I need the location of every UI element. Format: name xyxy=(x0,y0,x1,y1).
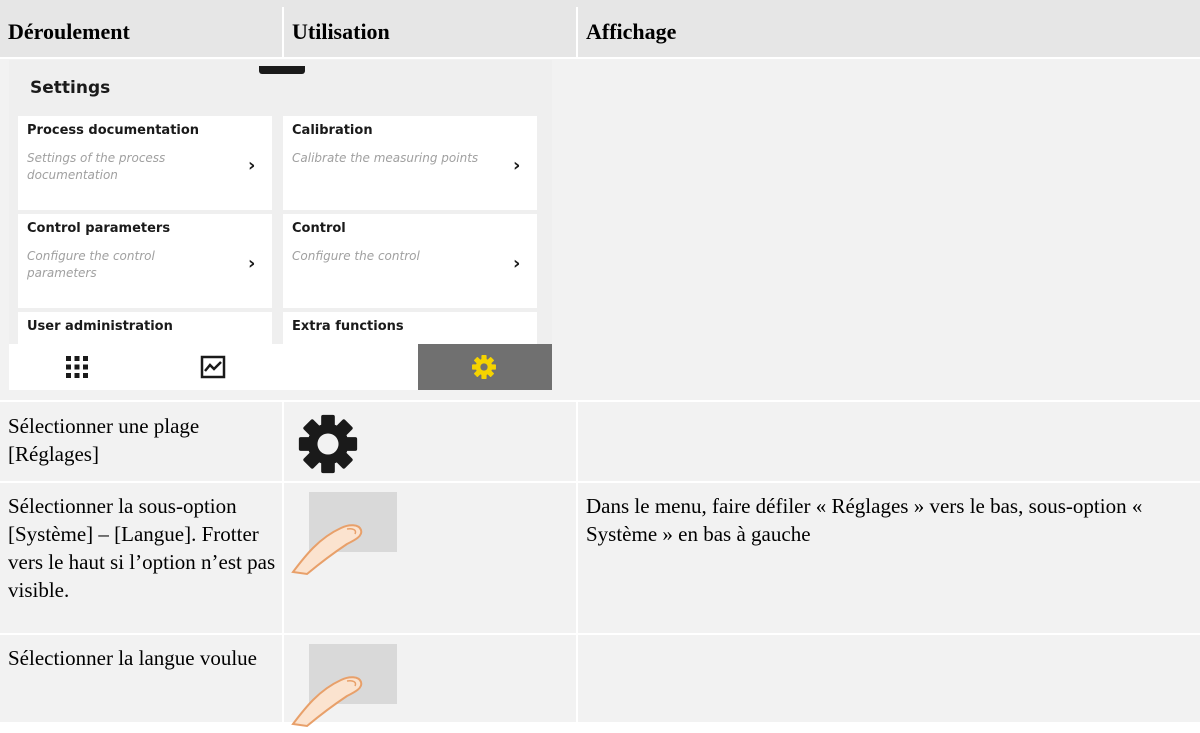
chevron-right-icon: › xyxy=(248,253,256,274)
header-steps: Déroulement xyxy=(8,19,130,44)
gear-icon xyxy=(471,354,497,385)
chevron-right-icon: › xyxy=(513,155,521,176)
tile-title: Extra functions xyxy=(292,319,404,334)
header-cell-steps: Déroulement xyxy=(0,7,282,57)
tile-control[interactable]: Control Configure the control › xyxy=(283,214,537,308)
table-top-border xyxy=(0,0,1200,7)
swipe-gesture-icon xyxy=(289,488,401,581)
device-bottom-navbar xyxy=(9,344,552,390)
tile-calibration[interactable]: Calibration Calibrate the measuring poin… xyxy=(283,116,537,210)
chart-icon[interactable] xyxy=(200,354,226,385)
table-row-3-step: Sélectionner la langue voulue xyxy=(0,635,282,722)
tile-title: Control xyxy=(292,221,346,236)
tile-description: Configure the control xyxy=(292,249,420,263)
header-display: Affichage xyxy=(586,19,677,44)
device-page-title: Settings xyxy=(30,78,111,98)
table-row-screenshot: Settings Process documentation Settings … xyxy=(0,59,1200,400)
tile-title: Process documentation xyxy=(27,123,200,138)
table-row-1-display xyxy=(578,402,1200,481)
header-cell-usage: Utilisation xyxy=(284,7,576,57)
tile-title: Calibration xyxy=(292,123,373,138)
device-screenshot: Settings Process documentation Settings … xyxy=(9,60,552,390)
table-row-3-usage xyxy=(284,635,576,728)
tile-title: User administration xyxy=(27,319,173,334)
header-cell-display: Affichage xyxy=(578,7,1200,57)
tile-description: Settings of the process documentation xyxy=(27,151,166,182)
apps-grid-icon[interactable] xyxy=(64,354,90,385)
display-text: Dans le menu, faire défiler « Réglages »… xyxy=(586,494,1143,546)
tile-title: Control parameters xyxy=(27,221,171,236)
step-text: Sélectionner la langue voulue xyxy=(8,646,257,670)
tile-description: Configure the control parameters xyxy=(27,249,155,280)
tile-control-parameters[interactable]: Control parameters Configure the control… xyxy=(18,214,272,308)
table-row-2-display: Dans le menu, faire défiler « Réglages »… xyxy=(578,483,1200,633)
table-row-1-step: Sélectionner une plage [Réglages] xyxy=(0,402,282,481)
step-text: Sélectionner la sous-option [Système] – … xyxy=(8,494,276,602)
tile-description: Calibrate the measuring points xyxy=(292,151,479,165)
swipe-gesture-icon xyxy=(289,640,401,733)
nav-settings-active[interactable] xyxy=(418,344,552,390)
chevron-right-icon: › xyxy=(513,253,521,274)
table-row-3-display xyxy=(578,635,1200,722)
tile-process-documentation[interactable]: Process documentation Settings of the pr… xyxy=(18,116,272,210)
instruction-table: Déroulement Utilisation Affichage Settin… xyxy=(0,0,1200,728)
table-row-2-usage xyxy=(284,483,576,633)
step-text: Sélectionner une plage [Réglages] xyxy=(8,414,200,466)
chevron-right-icon: › xyxy=(248,155,256,176)
header-usage: Utilisation xyxy=(292,19,390,44)
gear-icon xyxy=(297,413,359,480)
table-row-2-step: Sélectionner la sous-option [Système] – … xyxy=(0,483,282,633)
device-notch xyxy=(259,66,305,74)
